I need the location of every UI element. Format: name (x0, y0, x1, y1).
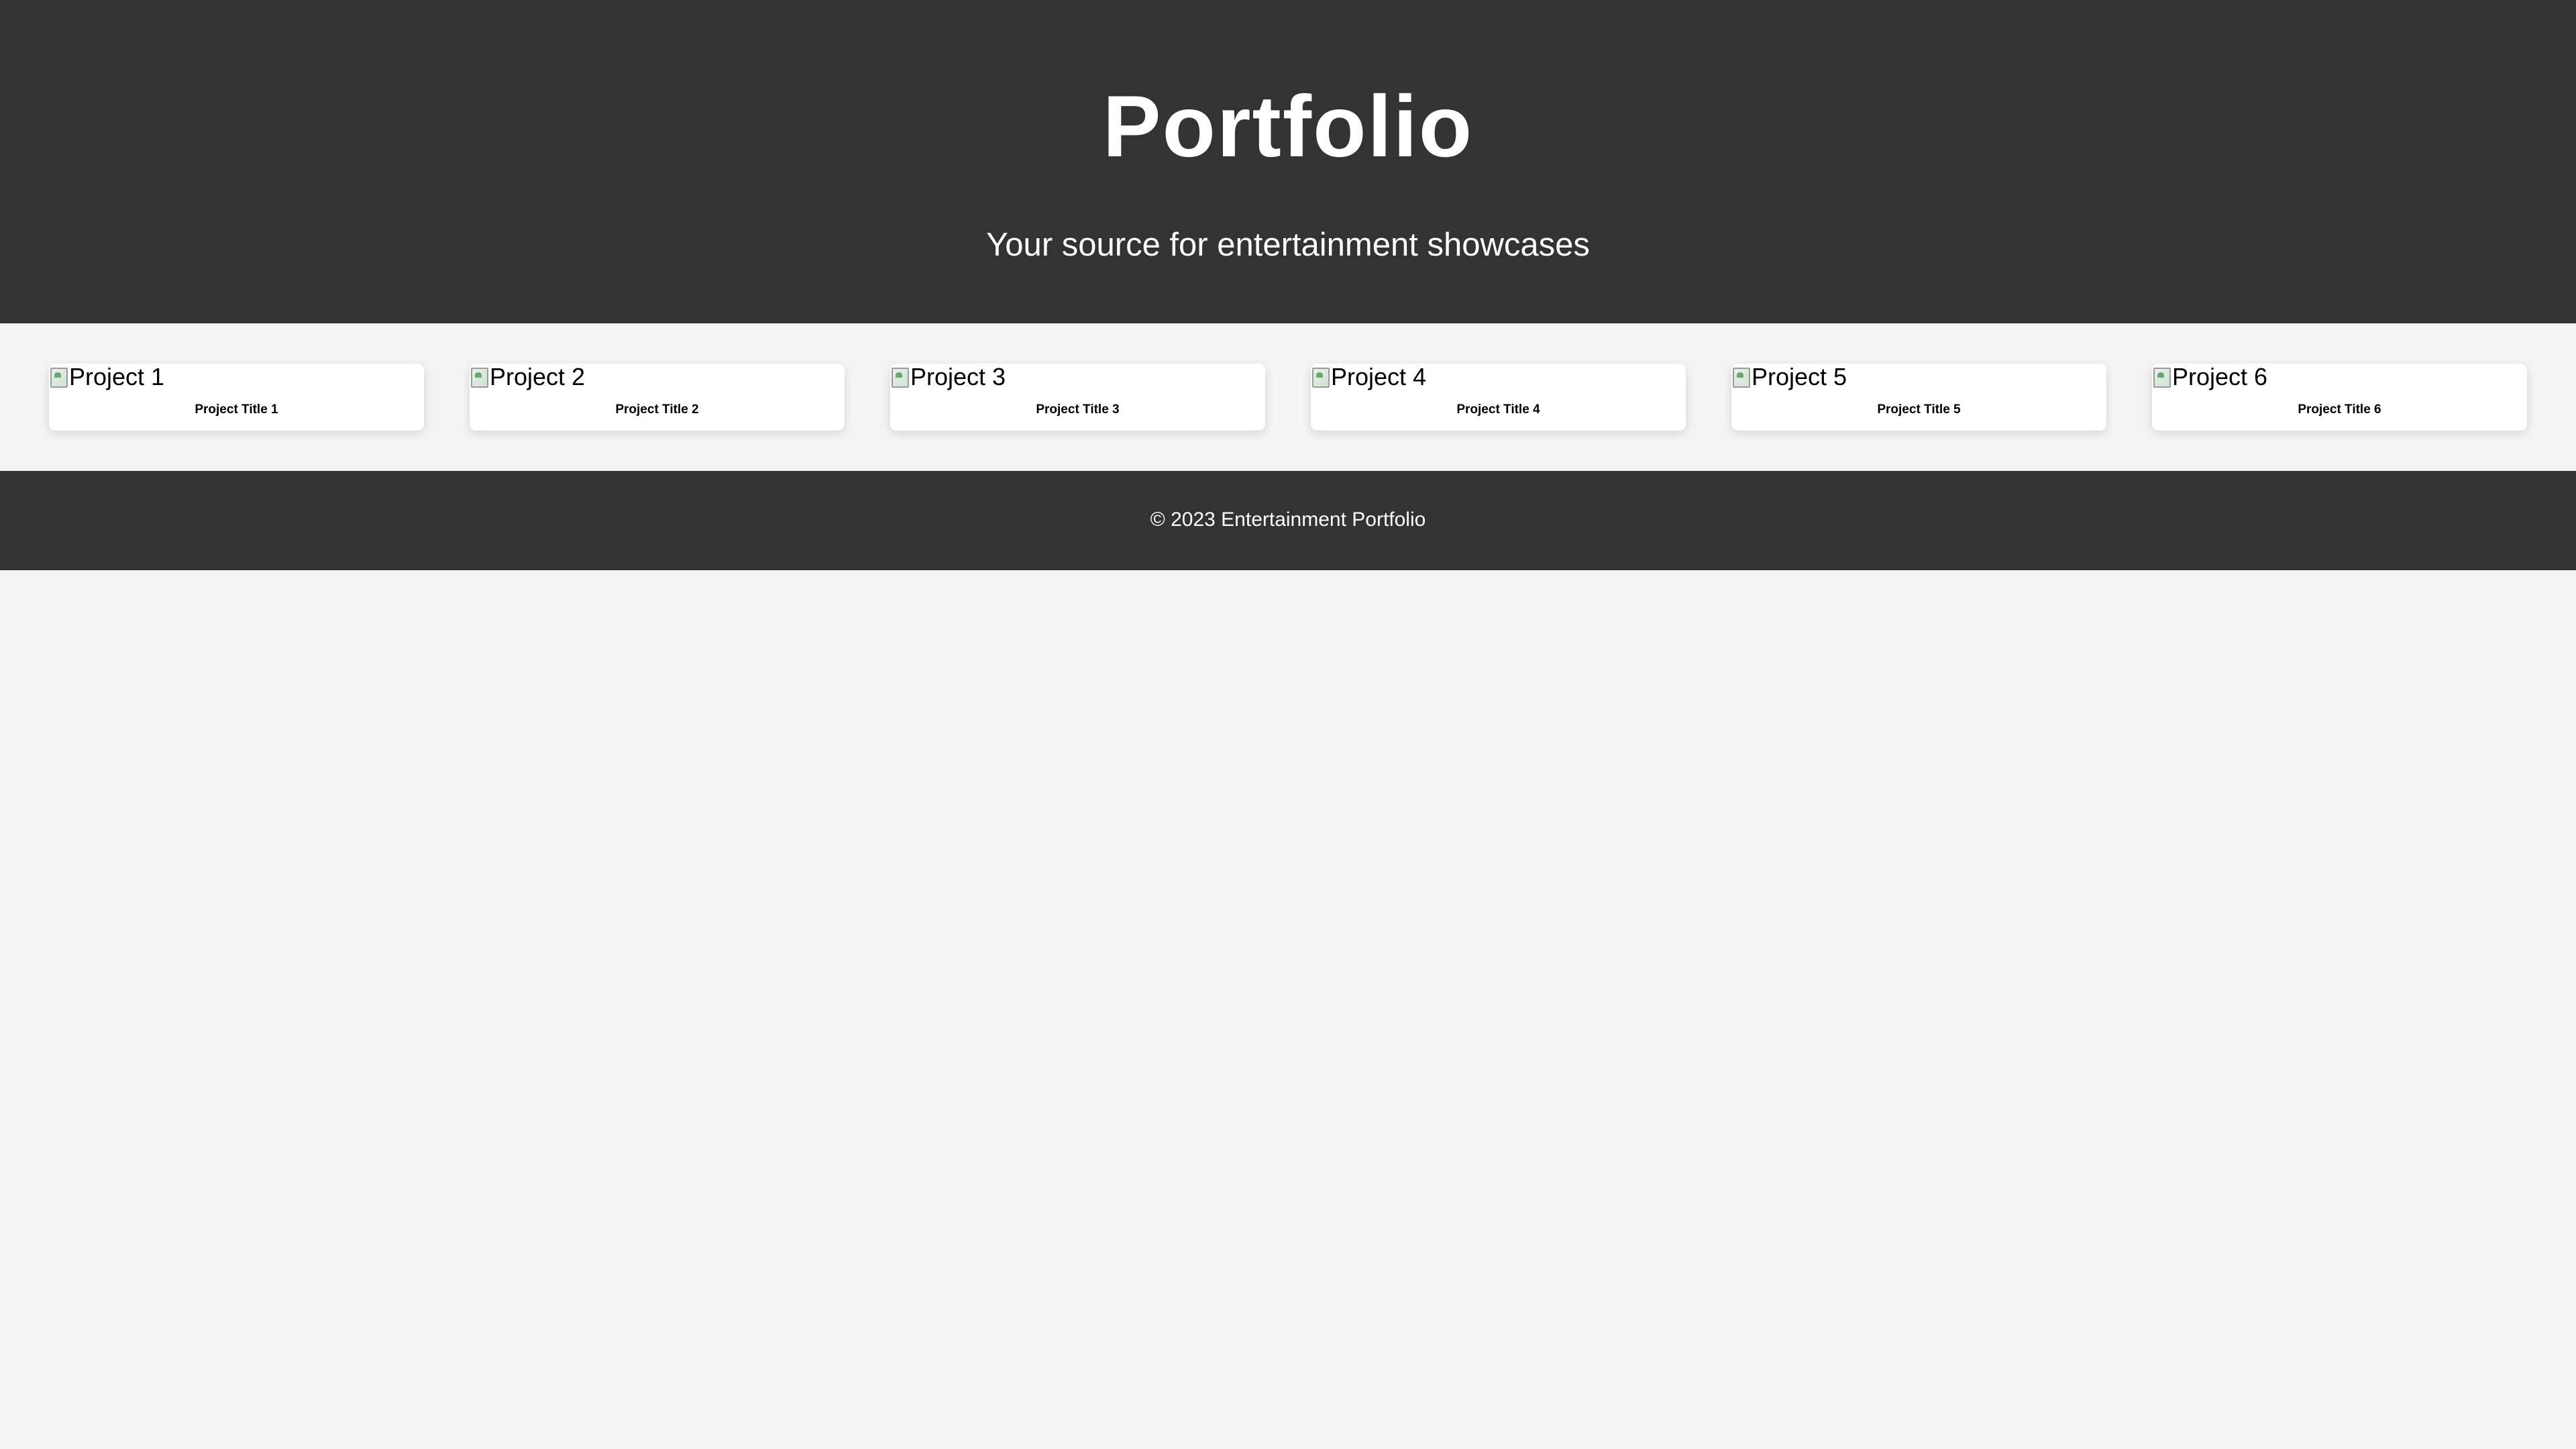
broken-image-icon (49, 366, 69, 388)
project-image: Project 1 (49, 364, 164, 390)
project-title: Project Title 2 (615, 402, 699, 417)
project-title: Project Title 5 (1877, 402, 1961, 417)
project-image-alt: Project 4 (1331, 364, 1427, 390)
project-card[interactable]: Project 4 Project Title 4 (1311, 364, 1686, 431)
project-title: Project Title 4 (1456, 402, 1540, 417)
project-card[interactable]: Project 2 Project Title 2 (470, 364, 845, 431)
broken-image-icon (1311, 366, 1331, 388)
project-image: Project 3 (890, 364, 1006, 390)
project-title: Project Title 6 (2298, 402, 2381, 417)
broken-image-icon (890, 366, 910, 388)
page-subtitle: Your source for entertainment showcases (986, 227, 1590, 263)
broken-image-icon (470, 366, 490, 388)
broken-image-icon (2152, 366, 2172, 388)
page-title: Portfolio (1102, 77, 1474, 175)
copyright-text: © 2023 Entertainment Portfolio (1150, 508, 1426, 531)
project-card[interactable]: Project 5 Project Title 5 (1731, 364, 2106, 431)
project-grid: Project 1 Project Title 1 Project 2 Proj… (49, 364, 2527, 431)
project-image: Project 4 (1311, 364, 1426, 390)
broken-image-icon (1731, 366, 1752, 388)
project-title: Project Title 3 (1036, 402, 1120, 417)
project-image-alt: Project 1 (69, 364, 165, 390)
project-image-alt: Project 3 (910, 364, 1006, 390)
project-title: Project Title 1 (195, 402, 278, 417)
project-image: Project 2 (470, 364, 585, 390)
project-card[interactable]: Project 6 Project Title 6 (2152, 364, 2527, 431)
project-image-alt: Project 2 (490, 364, 586, 390)
project-image: Project 5 (1731, 364, 1847, 390)
project-image: Project 6 (2152, 364, 2267, 390)
project-image-alt: Project 5 (1752, 364, 1847, 390)
project-card[interactable]: Project 1 Project Title 1 (49, 364, 424, 431)
site-footer: © 2023 Entertainment Portfolio (0, 471, 2576, 570)
project-card[interactable]: Project 3 Project Title 3 (890, 364, 1265, 431)
site-header: Portfolio Your source for entertainment … (0, 0, 2576, 323)
project-image-alt: Project 6 (2172, 364, 2268, 390)
